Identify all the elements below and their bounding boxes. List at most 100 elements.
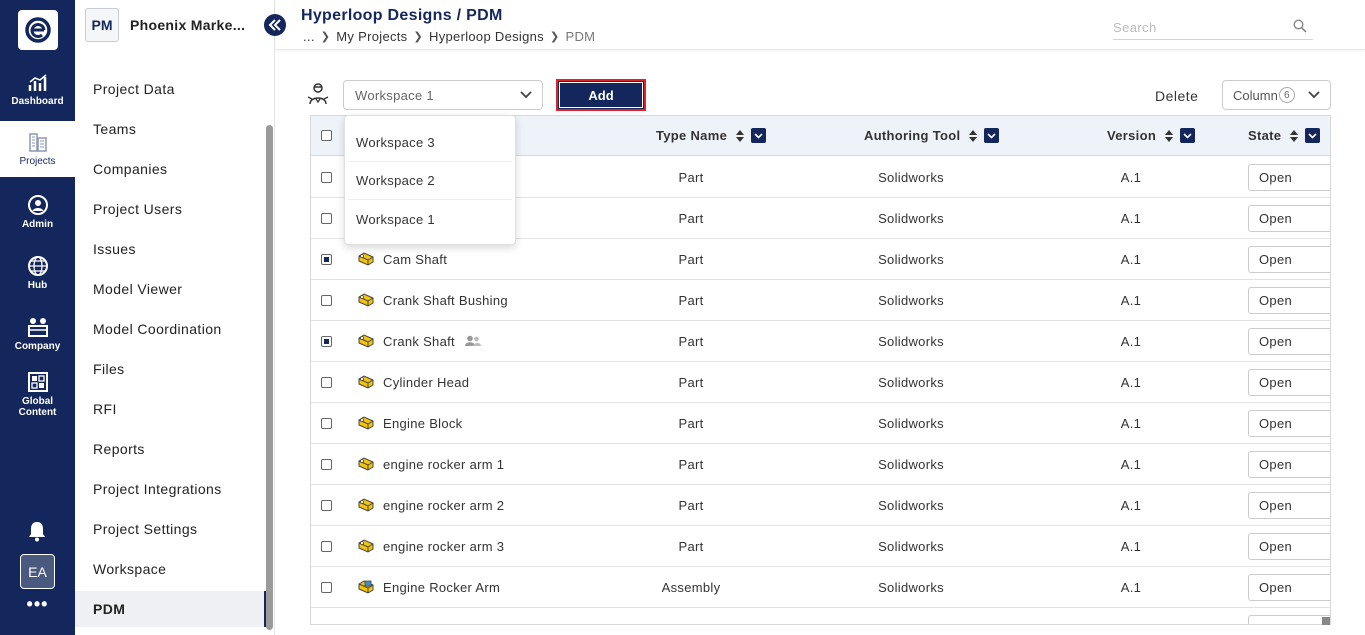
row-state-select[interactable]: Open <box>1248 492 1330 519</box>
row-name[interactable]: engine rocker arm 1 <box>383 457 504 472</box>
row-checkbox[interactable] <box>321 172 332 183</box>
search-input[interactable]: Search <box>1113 16 1313 40</box>
user-avatar[interactable]: EA <box>20 554 55 589</box>
row-checkbox[interactable] <box>321 254 332 265</box>
table-row[interactable] <box>311 608 1330 624</box>
row-name[interactable]: Cylinder Head <box>383 375 469 390</box>
breadcrumb-hyperloop[interactable]: Hyperloop Designs <box>429 29 544 44</box>
header-authoring-tool[interactable]: Authoring Tool <box>864 128 1000 143</box>
sidebar-item-project-data[interactable]: Project Data <box>75 71 265 107</box>
sidebar-item-project-settings[interactable]: Project Settings <box>75 511 265 547</box>
row-state-select[interactable]: Open <box>1248 287 1330 314</box>
collapse-sidebar-button[interactable] <box>264 14 286 36</box>
table-row[interactable]: engine rocker arm 3 Part Solidworks A.1 Open <box>311 526 1330 567</box>
filter-dropdown-icon[interactable] <box>1305 128 1321 143</box>
row-checkbox[interactable] <box>321 541 332 552</box>
delete-button[interactable]: Delete <box>1155 88 1198 104</box>
row-state-select[interactable]: Open <box>1248 205 1330 232</box>
rail-dashboard[interactable]: Dashboard <box>0 62 75 118</box>
row-checkbox[interactable] <box>321 418 332 429</box>
sidebar-item-model-viewer[interactable]: Model Viewer <box>75 271 265 307</box>
header-type-name[interactable]: Type Name <box>656 128 767 143</box>
filter-dropdown-icon[interactable] <box>1180 128 1196 143</box>
rail-admin[interactable]: Admin <box>0 184 75 240</box>
rail-hub[interactable]: Hub <box>0 245 75 301</box>
row-name[interactable]: engine rocker arm 3 <box>383 539 504 554</box>
row-checkbox[interactable] <box>321 213 332 224</box>
workspace-select[interactable]: Workspace 1 <box>343 80 543 110</box>
breadcrumb-my-projects[interactable]: My Projects <box>336 29 407 44</box>
sidebar-item-model-coordination[interactable]: Model Coordination <box>75 311 265 347</box>
row-checkbox[interactable] <box>321 459 332 470</box>
row-checkbox[interactable] <box>321 336 332 347</box>
workspace-option[interactable]: Workspace 1 <box>348 200 512 238</box>
filter-dropdown-icon[interactable] <box>984 128 1000 143</box>
row-name[interactable]: Engine Block <box>383 416 462 431</box>
row-state-select[interactable]: Open <box>1248 328 1330 355</box>
row-checkbox[interactable] <box>321 295 332 306</box>
row-name[interactable]: Crank Shaft Bushing <box>383 293 508 308</box>
sidebar-item-pdm[interactable]: PDM <box>75 591 267 627</box>
table-row[interactable]: Crank Shaft Part Solidworks A.1 Open <box>311 321 1330 362</box>
row-state-select[interactable]: Open <box>1248 574 1330 601</box>
project-header[interactable]: PM Phoenix Marke... <box>85 8 245 42</box>
columns-button[interactable]: Column 6 <box>1222 80 1331 110</box>
workspace-option[interactable]: Workspace 2 <box>348 162 512 200</box>
table-row[interactable]: engine rocker arm 2 Part Solidworks A.1 Open <box>311 485 1330 526</box>
row-name[interactable]: Engine Rocker Arm <box>383 580 500 595</box>
sidebar-item-workspace[interactable]: Workspace <box>75 551 265 587</box>
sort-icon[interactable] <box>968 129 978 143</box>
table-row[interactable]: Cylinder Head Part Solidworks A.1 Open <box>311 362 1330 403</box>
app-logo[interactable] <box>18 10 58 50</box>
table-row[interactable]: Engine Rocker Arm Assembly Solidworks A.1 Op… <box>311 567 1330 608</box>
more-menu-icon[interactable]: ••• <box>0 594 75 615</box>
row-checkbox[interactable] <box>321 377 332 388</box>
sort-icon[interactable] <box>1289 129 1299 143</box>
row-state-select[interactable]: Open <box>1248 164 1330 191</box>
sidebar-item-issues[interactable]: Issues <box>75 231 265 267</box>
row-checkbox[interactable] <box>321 500 332 511</box>
row-state-select[interactable]: Open <box>1248 369 1330 396</box>
sort-icon[interactable] <box>735 129 745 143</box>
sidebar-item-reports[interactable]: Reports <box>75 431 265 467</box>
row-state-select[interactable]: Open <box>1248 246 1330 273</box>
rail-projects[interactable]: Projects <box>0 121 75 177</box>
add-button[interactable]: Add <box>556 79 646 111</box>
row-name[interactable]: Crank Shaft <box>383 334 481 350</box>
select-all-checkbox[interactable] <box>321 130 332 141</box>
sidebar-item-companies[interactable]: Companies <box>75 151 265 187</box>
rail-global-content[interactable]: Global Content <box>0 366 75 422</box>
sidebar-item-label: Project Data <box>93 81 175 97</box>
row-state-select[interactable]: Open <box>1248 533 1330 560</box>
table-row[interactable]: Crank Shaft Bushing Part Solidworks A.1 Open <box>311 280 1330 321</box>
sidebar-item-label: Project Users <box>93 201 183 217</box>
row-name[interactable]: engine rocker arm 2 <box>383 498 504 513</box>
table-row[interactable]: engine rocker arm 1 Part Solidworks A.1 Open <box>311 444 1330 485</box>
header-version[interactable]: Version <box>1107 128 1196 143</box>
notifications-button[interactable] <box>27 520 47 547</box>
breadcrumb-more[interactable]: ... <box>303 29 315 44</box>
filter-dropdown-icon[interactable] <box>751 128 767 143</box>
table-row[interactable]: Engine Block Part Solidworks A.1 Open <box>311 403 1330 444</box>
sidebar-scrollbar[interactable] <box>266 125 273 630</box>
sidebar-item-rfi[interactable]: RFI <box>75 391 265 427</box>
row-checkbox[interactable] <box>321 582 332 593</box>
table-row[interactable]: Cam Shaft Part Solidworks A.1 Open <box>311 239 1330 280</box>
row-name[interactable]: Cam Shaft <box>383 252 447 267</box>
row-state-select[interactable]: Open <box>1248 410 1330 437</box>
workspace-option[interactable]: Workspace 3 <box>348 124 512 162</box>
sidebar-item-files[interactable]: Files <box>75 351 265 387</box>
sidebar-item-project-integrations[interactable]: Project Integrations <box>75 471 265 507</box>
rail-company[interactable]: Company <box>0 306 75 362</box>
admin-icon <box>27 195 48 215</box>
table-resize-handle[interactable] <box>1322 617 1330 625</box>
header-state[interactable]: State <box>1248 128 1321 143</box>
sidebar-item-teams[interactable]: Teams <box>75 111 265 147</box>
sidebar-item-project-users[interactable]: Project Users <box>75 191 265 227</box>
search-icon[interactable] <box>1293 19 1307 33</box>
sort-icon[interactable] <box>1164 129 1174 143</box>
row-name-text: engine rocker arm 2 <box>383 498 505 513</box>
row-state-select[interactable]: Open <box>1248 451 1330 478</box>
assignee-icon[interactable] <box>307 82 329 111</box>
row-state-select[interactable] <box>1248 615 1330 624</box>
